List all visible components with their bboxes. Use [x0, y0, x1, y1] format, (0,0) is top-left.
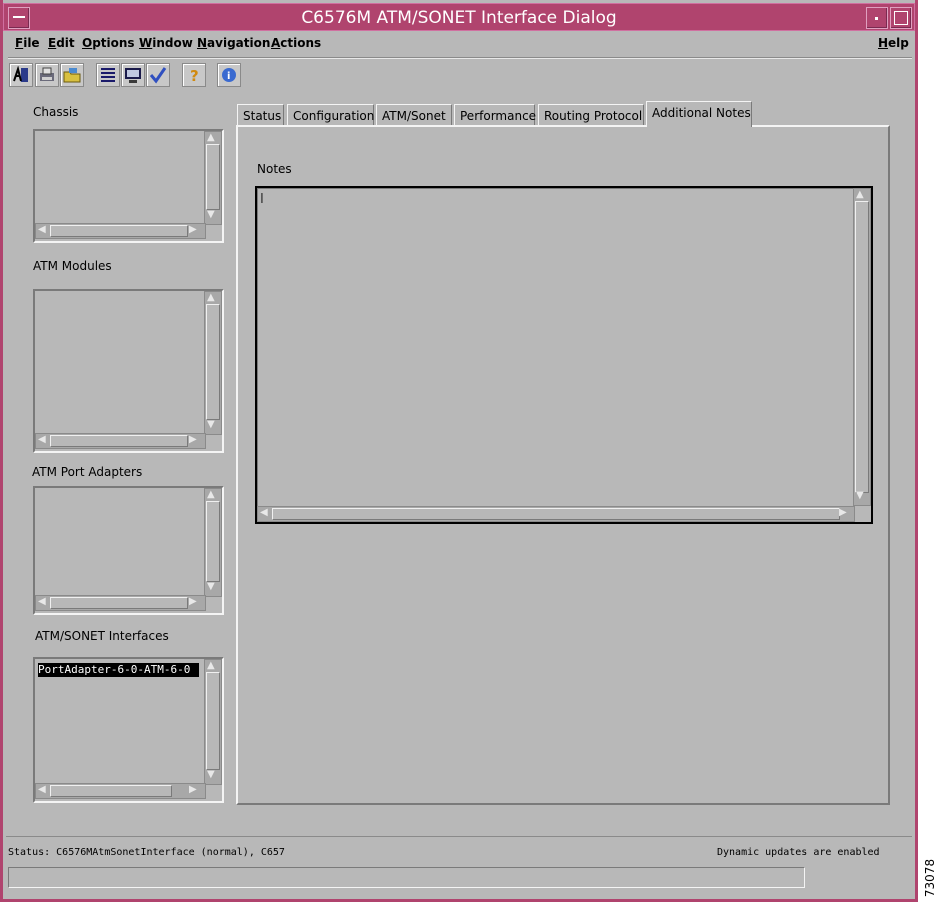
atm-modules-vscroll[interactable]: ▲ ▼ [204, 291, 222, 435]
chassis-hscroll[interactable]: ◀ ▶ [35, 223, 206, 239]
interfaces-hscroll[interactable]: ◀ ▶ [35, 783, 206, 799]
minimize-icon [875, 17, 878, 20]
folder-button[interactable] [60, 63, 84, 87]
interfaces-label: ATM/SONET Interfaces [35, 629, 169, 643]
atm-modules-hscroll[interactable]: ◀ ▶ [35, 433, 206, 449]
scroll-thumb[interactable] [206, 144, 220, 210]
status-text: Status: C6576MAtmSonetInterface (normal)… [8, 847, 285, 858]
dynamic-updates-text: Dynamic updates are enabled [717, 847, 880, 858]
title-bar[interactable]: C6576M ATM/SONET Interface Dialog [3, 3, 915, 31]
tab-status[interactable]: Status [237, 104, 284, 126]
status-separator [6, 836, 912, 837]
menu-navigation[interactable]: Navigation [197, 36, 270, 50]
atm-port-adapters-list[interactable]: ▲ ▼ ◀ ▶ [33, 486, 224, 615]
maximize-button[interactable] [890, 7, 912, 29]
atm-modules-list[interactable]: ▲ ▼ ◀ ▶ [33, 289, 224, 453]
menu-help[interactable]: Help [878, 36, 909, 50]
window-title: C6576M ATM/SONET Interface Dialog [301, 8, 617, 28]
scroll-thumb[interactable] [855, 201, 869, 493]
chassis-vscroll[interactable]: ▲ ▼ [204, 131, 222, 225]
interfaces-vscroll[interactable]: ▲ ▼ [204, 659, 222, 785]
scroll-thumb[interactable] [206, 501, 220, 582]
atm-port-adapters-hscroll[interactable]: ◀ ▶ [35, 595, 206, 611]
list-button[interactable] [96, 63, 120, 87]
figure-number: 73078 [919, 857, 940, 902]
tab-additional-notes[interactable]: Additional Notes [646, 101, 752, 127]
info-icon: i [222, 68, 236, 82]
scroll-thumb[interactable] [206, 304, 220, 420]
scroll-thumb[interactable] [272, 508, 840, 520]
menu-options[interactable]: Options [82, 36, 135, 50]
tab-configuration[interactable]: Configuration [287, 104, 374, 126]
menu-edit[interactable]: Edit [48, 36, 75, 50]
monitor-button[interactable] [121, 63, 145, 87]
scroll-thumb[interactable] [50, 225, 188, 237]
atm-port-adapters-vscroll[interactable]: ▲ ▼ [204, 488, 222, 597]
svg-text:i: i [227, 71, 230, 82]
minimize-button[interactable] [866, 7, 888, 29]
menu-file[interactable]: File [15, 36, 40, 50]
list-item[interactable]: PortAdapter-6-0-ATM-6-0 [38, 663, 199, 677]
menu-window[interactable]: Window [139, 36, 193, 50]
tab-performance[interactable]: Performance [454, 104, 536, 126]
checkmark-icon [149, 67, 167, 84]
menu-separator [8, 57, 912, 59]
text-cursor-icon: I [260, 192, 264, 207]
atm-modules-label: ATM Modules [33, 259, 112, 273]
scroll-thumb[interactable] [50, 435, 188, 447]
list-icon [101, 68, 115, 82]
notes-vscroll[interactable]: ▲ ▼ [853, 188, 871, 506]
progress-bar [8, 867, 805, 888]
menu-bar: File Edit Options Window Navigation Acti… [8, 33, 910, 55]
open-dialog-button[interactable] [9, 63, 33, 87]
interfaces-list[interactable]: PortAdapter-6-0-ATM-6-0 ▲ ▼ ◀ ▶ [33, 657, 224, 803]
print-icon [40, 67, 54, 81]
svg-text:?: ? [190, 67, 199, 84]
maximize-icon [894, 11, 908, 25]
scroll-thumb[interactable] [50, 597, 188, 609]
scroll-thumb[interactable] [206, 672, 220, 770]
folder-icon [63, 68, 81, 83]
tab-atm-sonet[interactable]: ATM/Sonet [376, 104, 452, 126]
figure-number-text: 73078 [923, 858, 938, 898]
print-button[interactable] [35, 63, 59, 87]
notes-hscroll[interactable]: ◀ ▶ [257, 506, 855, 522]
menu-actions[interactable]: Actions [271, 36, 321, 50]
notes-textarea[interactable]: I ▲ ▼ ◀ ▶ [255, 186, 873, 524]
help-question-icon: ? [190, 67, 199, 84]
notes-label: Notes [257, 162, 292, 176]
info-button[interactable]: i [217, 63, 241, 87]
scroll-thumb[interactable] [50, 785, 172, 797]
tab-routing-protocol[interactable]: Routing Protocol [538, 104, 644, 126]
toolbar: ? i [0, 60, 918, 90]
chassis-label: Chassis [33, 105, 79, 119]
chassis-list[interactable]: ▲ ▼ ◀ ▶ [33, 129, 224, 243]
atm-port-adapters-label: ATM Port Adapters [32, 465, 143, 479]
apply-button[interactable] [146, 63, 170, 87]
open-dialog-icon [13, 66, 28, 82]
monitor-icon [125, 68, 141, 83]
help-button[interactable]: ? [182, 63, 206, 87]
